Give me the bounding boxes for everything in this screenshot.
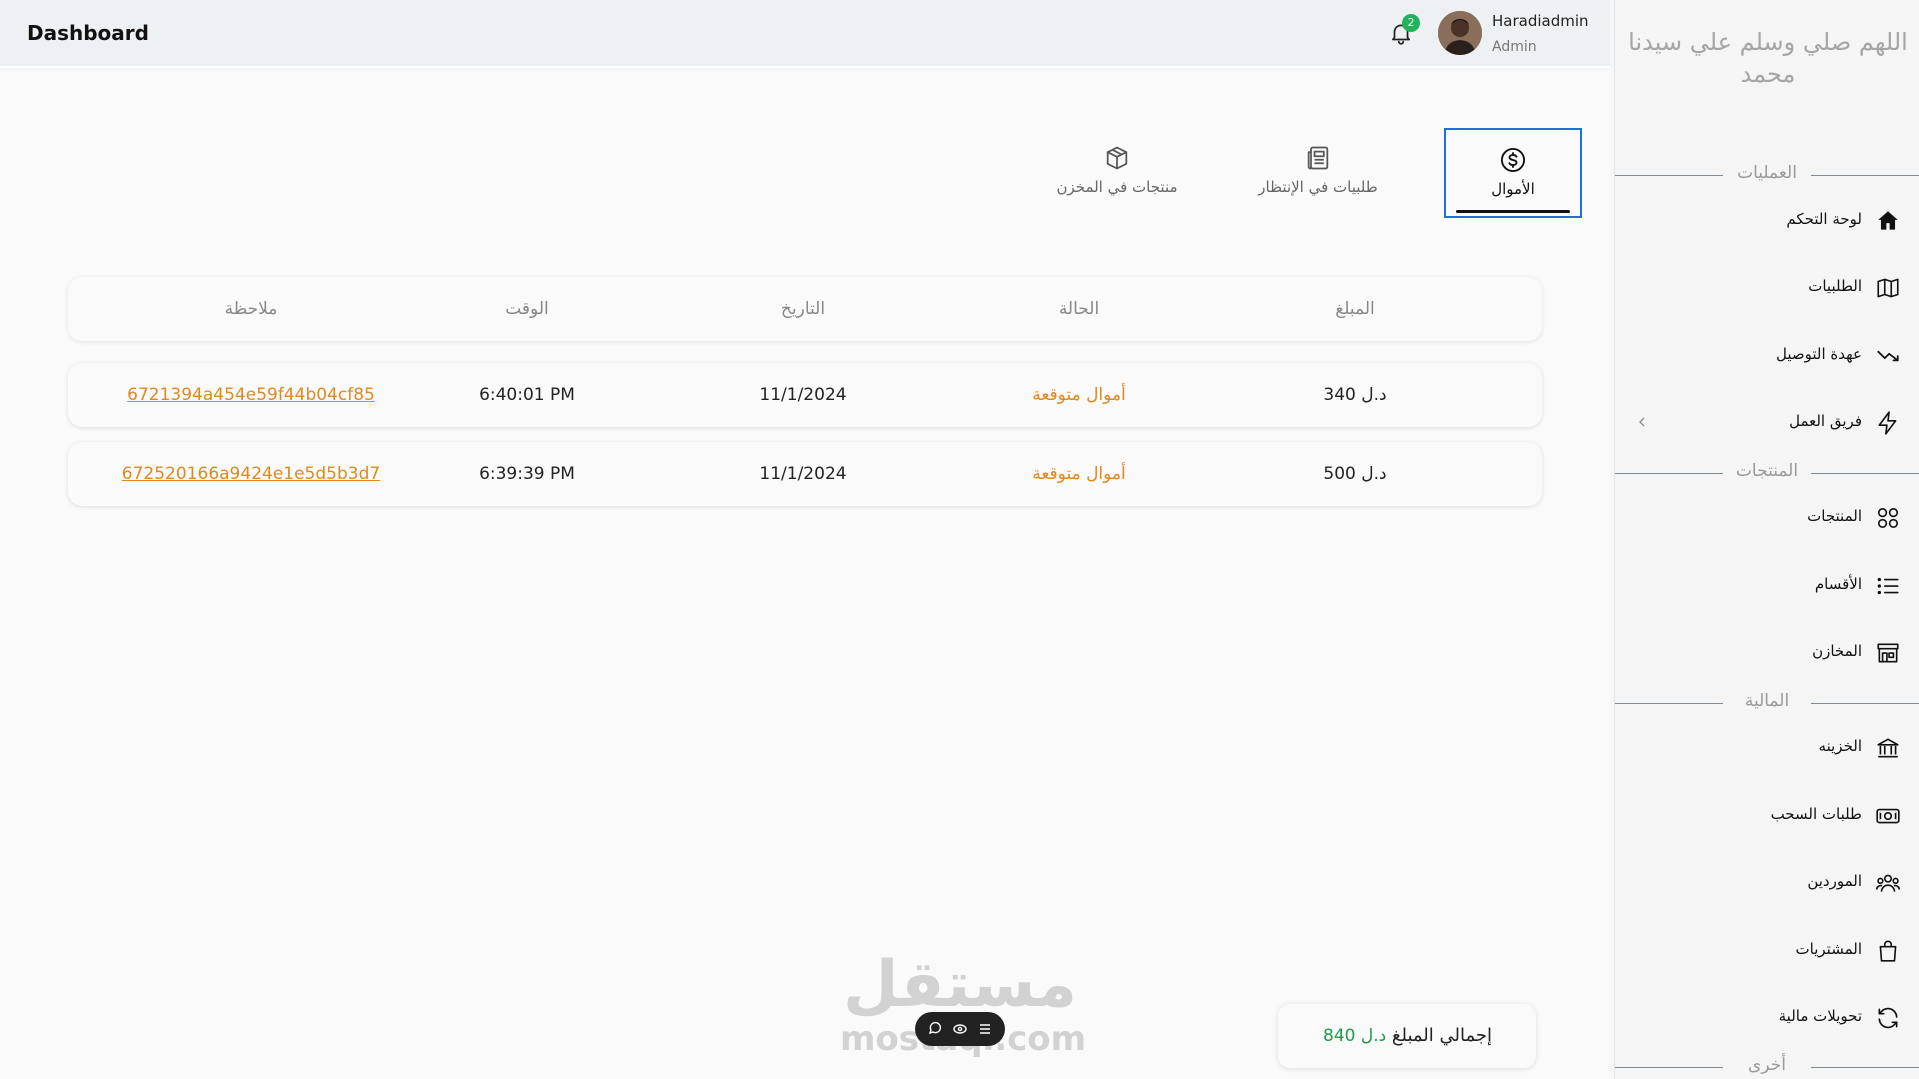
sidebar-item-label: المنتجات — [1807, 507, 1862, 525]
bag-icon — [1875, 938, 1901, 964]
section-label: المنتجات — [1735, 461, 1799, 481]
floating-toolbar — [915, 1012, 1005, 1046]
newspaper-icon — [1304, 144, 1332, 172]
sidebar-brand: اللهم صلي وسلم علي سيدنا محمد — [1628, 28, 1908, 88]
section-finance: المالية — [1615, 691, 1919, 715]
dollar-icon — [1499, 146, 1527, 174]
total-amount-card: إجمالي المبلغ 840 د.ل — [1278, 1004, 1536, 1068]
sidebar-item-orders[interactable]: الطلبيات — [1615, 267, 1919, 307]
cash-icon — [1875, 803, 1901, 829]
sidebar-item-label: المخازن — [1812, 642, 1862, 660]
tab-bar: الأموال طلبيات في الإنتظار منتجات في الم… — [1050, 128, 1582, 220]
map-icon — [1875, 275, 1901, 301]
main-content: الأموال طلبيات في الإنتظار منتجات في الم… — [0, 70, 1610, 1079]
note-link-cell: 672520166a9424e1e5d5b3d7 — [113, 442, 389, 506]
sidebar-item-purchases[interactable]: المشتريات — [1615, 930, 1919, 970]
column-header-note: ملاحظة — [224, 299, 278, 319]
avatar[interactable] — [1438, 11, 1482, 55]
amount-cell: 500 د.ل — [1323, 464, 1387, 484]
date-cell: 11/1/2024 — [759, 385, 847, 405]
status-cell: أموال متوقعة — [1032, 385, 1126, 405]
sidebar-item-dashboard[interactable]: لوحة التحكم — [1615, 200, 1919, 240]
menu-icon[interactable] — [977, 1021, 993, 1037]
chat-icon[interactable] — [927, 1021, 943, 1037]
note-link-cell: 6721394a454e59f44b04cf85 — [113, 363, 389, 427]
sidebar-item-categories[interactable]: الأقسام — [1615, 565, 1919, 605]
active-tab-indicator — [1456, 210, 1570, 213]
user-name: Haradiadmin — [1492, 12, 1589, 30]
date-cell: 11/1/2024 — [759, 464, 847, 484]
sidebar-item-warehouses[interactable]: المخازن — [1615, 632, 1919, 672]
sidebar-item-label: المشتريات — [1795, 940, 1862, 958]
tab-pending-orders[interactable]: طلبيات في الإنتظار — [1248, 128, 1388, 218]
list-icon — [1875, 573, 1901, 599]
sidebar-item-products[interactable]: المنتجات — [1615, 497, 1919, 537]
section-label: العمليات — [1737, 163, 1797, 183]
sidebar-item-treasury[interactable]: الخزينه — [1615, 727, 1919, 767]
bank-icon — [1875, 735, 1901, 761]
sidebar-item-label: طلبات السحب — [1770, 805, 1862, 823]
notification-badge: 2 — [1402, 14, 1420, 32]
note-link[interactable]: 6721394a454e59f44b04cf85 — [127, 385, 375, 405]
table-header: المبلغ الحالة التاريخ الوقت ملاحظة — [68, 277, 1542, 341]
tab-stock-products[interactable]: منتجات في المخزن — [1042, 128, 1192, 218]
sidebar: اللهم صلي وسلم علي سيدنا محمد العمليات ل… — [1614, 0, 1919, 1079]
sidebar-item-label: الأقسام — [1814, 575, 1862, 593]
page-title: Dashboard — [27, 21, 149, 45]
sidebar-item-label: عهدة التوصيل — [1775, 345, 1862, 363]
sidebar-item-withdrawal-requests[interactable]: طلبات السحب — [1615, 795, 1919, 835]
box-icon — [1103, 144, 1131, 172]
sidebar-item-label: الطلبيات — [1808, 277, 1862, 295]
section-other: أخرى — [1615, 1055, 1919, 1079]
sidebar-item-label: الموردين — [1807, 872, 1862, 890]
amount-cell: 340 د.ل — [1323, 385, 1387, 405]
tab-money-label: الأموال — [1491, 180, 1535, 198]
chevron-left-icon[interactable] — [1635, 414, 1649, 430]
column-header-status: الحالة — [1058, 299, 1100, 319]
sidebar-item-team[interactable]: فريق العمل — [1615, 402, 1919, 442]
column-header-date: التاريخ — [780, 299, 826, 319]
table-row: 340 د.ل أموال متوقعة 11/1/2024 6:40:01 P… — [68, 363, 1542, 427]
total-value: 840 د.ل — [1323, 1026, 1387, 1046]
grid-icon — [1875, 505, 1901, 531]
sidebar-item-transfers[interactable]: تحويلات مالية — [1615, 997, 1919, 1037]
note-link[interactable]: 672520166a9424e1e5d5b3d7 — [122, 464, 380, 484]
store-icon — [1875, 640, 1901, 666]
tab-pending-orders-label: طلبيات في الإنتظار — [1258, 178, 1378, 196]
eye-icon[interactable] — [952, 1021, 968, 1037]
section-products: المنتجات — [1615, 461, 1919, 485]
watermark-arabic: مستقل — [842, 948, 1078, 1022]
total-label: إجمالي المبلغ — [1391, 1025, 1492, 1046]
sidebar-item-label: تحويلات مالية — [1778, 1007, 1862, 1025]
section-label: المالية — [1744, 691, 1790, 711]
user-role: Admin — [1492, 39, 1537, 55]
column-header-time: الوقت — [505, 299, 549, 319]
sidebar-item-suppliers[interactable]: الموردين — [1615, 862, 1919, 902]
home-icon — [1875, 208, 1901, 234]
table-row: 500 د.ل أموال متوقعة 11/1/2024 6:39:39 P… — [68, 442, 1542, 506]
status-cell: أموال متوقعة — [1032, 464, 1126, 484]
section-operations: العمليات — [1615, 163, 1919, 187]
tab-money[interactable]: الأموال — [1444, 128, 1582, 218]
refresh-icon — [1875, 1005, 1901, 1031]
users-icon — [1875, 870, 1901, 896]
trend-icon — [1875, 343, 1901, 369]
bolt-icon — [1875, 410, 1901, 436]
time-cell: 6:40:01 PM — [479, 385, 575, 405]
sidebar-item-delivery-custody[interactable]: عهدة التوصيل — [1615, 335, 1919, 375]
column-header-amount: المبلغ — [1335, 299, 1375, 319]
sidebar-item-label: فريق العمل — [1789, 412, 1862, 430]
time-cell: 6:39:39 PM — [479, 464, 575, 484]
top-header: Dashboard 2 Haradiadmin Admin — [0, 0, 1610, 68]
sidebar-item-label: الخزينه — [1818, 737, 1862, 755]
tab-stock-products-label: منتجات في المخزن — [1056, 178, 1178, 196]
sidebar-item-label: لوحة التحكم — [1786, 210, 1862, 228]
section-label: أخرى — [1748, 1055, 1786, 1075]
